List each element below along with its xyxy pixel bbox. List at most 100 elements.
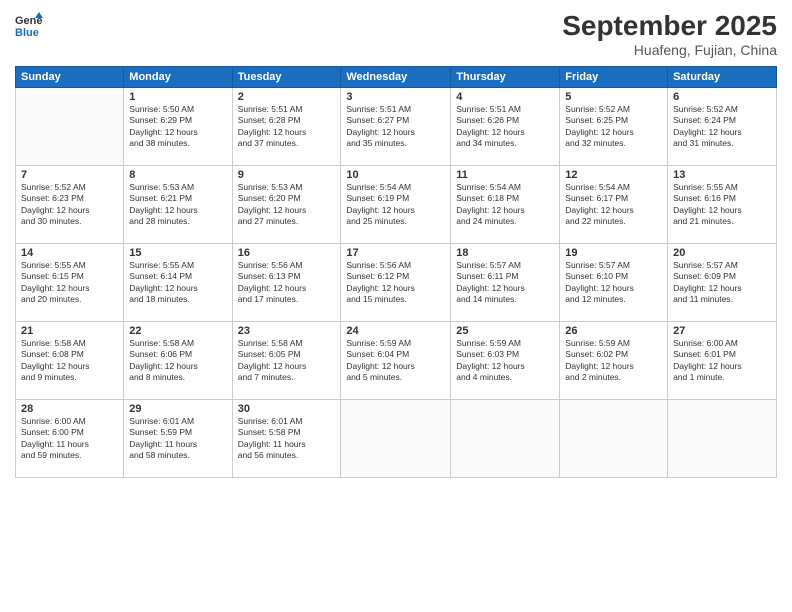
day-number: 5 (565, 91, 662, 103)
table-row: 18Sunrise: 5:57 AM Sunset: 6:11 PM Dayli… (451, 244, 560, 322)
table-row: 7Sunrise: 5:52 AM Sunset: 6:23 PM Daylig… (16, 166, 124, 244)
day-info: Sunrise: 5:52 AM Sunset: 6:25 PM Dayligh… (565, 104, 662, 150)
calendar-week-row: 7Sunrise: 5:52 AM Sunset: 6:23 PM Daylig… (16, 166, 777, 244)
day-number: 17 (346, 247, 445, 259)
day-number: 21 (21, 325, 118, 337)
table-row: 19Sunrise: 5:57 AM Sunset: 6:10 PM Dayli… (560, 244, 668, 322)
table-row: 27Sunrise: 6:00 AM Sunset: 6:01 PM Dayli… (668, 322, 777, 400)
day-number: 3 (346, 91, 445, 103)
logo: General Blue (15, 10, 43, 38)
calendar-week-row: 28Sunrise: 6:00 AM Sunset: 6:00 PM Dayli… (16, 400, 777, 478)
table-row: 5Sunrise: 5:52 AM Sunset: 6:25 PM Daylig… (560, 88, 668, 166)
day-info: Sunrise: 5:55 AM Sunset: 6:15 PM Dayligh… (21, 260, 118, 306)
table-row: 4Sunrise: 5:51 AM Sunset: 6:26 PM Daylig… (451, 88, 560, 166)
day-number: 24 (346, 325, 445, 337)
header-friday: Friday (560, 67, 668, 88)
table-row: 26Sunrise: 5:59 AM Sunset: 6:02 PM Dayli… (560, 322, 668, 400)
logo-icon: General Blue (15, 10, 43, 38)
day-info: Sunrise: 5:50 AM Sunset: 6:29 PM Dayligh… (129, 104, 226, 150)
day-info: Sunrise: 6:00 AM Sunset: 6:00 PM Dayligh… (21, 416, 118, 462)
page-header: General Blue September 2025 Huafeng, Fuj… (15, 10, 777, 58)
calendar-week-row: 21Sunrise: 5:58 AM Sunset: 6:08 PM Dayli… (16, 322, 777, 400)
day-info: Sunrise: 5:54 AM Sunset: 6:18 PM Dayligh… (456, 182, 554, 228)
header-sunday: Sunday (16, 67, 124, 88)
table-row: 16Sunrise: 5:56 AM Sunset: 6:13 PM Dayli… (232, 244, 341, 322)
day-info: Sunrise: 5:58 AM Sunset: 6:06 PM Dayligh… (129, 338, 226, 384)
day-number: 20 (673, 247, 771, 259)
day-info: Sunrise: 5:51 AM Sunset: 6:28 PM Dayligh… (238, 104, 336, 150)
day-info: Sunrise: 5:52 AM Sunset: 6:23 PM Dayligh… (21, 182, 118, 228)
table-row: 10Sunrise: 5:54 AM Sunset: 6:19 PM Dayli… (341, 166, 451, 244)
day-info: Sunrise: 6:01 AM Sunset: 5:58 PM Dayligh… (238, 416, 336, 462)
day-info: Sunrise: 5:56 AM Sunset: 6:13 PM Dayligh… (238, 260, 336, 306)
table-row: 8Sunrise: 5:53 AM Sunset: 6:21 PM Daylig… (124, 166, 232, 244)
day-number: 27 (673, 325, 771, 337)
day-info: Sunrise: 5:54 AM Sunset: 6:19 PM Dayligh… (346, 182, 445, 228)
day-number: 19 (565, 247, 662, 259)
table-row: 14Sunrise: 5:55 AM Sunset: 6:15 PM Dayli… (16, 244, 124, 322)
table-row (16, 88, 124, 166)
table-row: 21Sunrise: 5:58 AM Sunset: 6:08 PM Dayli… (16, 322, 124, 400)
table-row: 24Sunrise: 5:59 AM Sunset: 6:04 PM Dayli… (341, 322, 451, 400)
table-row: 1Sunrise: 5:50 AM Sunset: 6:29 PM Daylig… (124, 88, 232, 166)
table-row (451, 400, 560, 478)
day-info: Sunrise: 5:58 AM Sunset: 6:08 PM Dayligh… (21, 338, 118, 384)
day-info: Sunrise: 5:59 AM Sunset: 6:03 PM Dayligh… (456, 338, 554, 384)
day-info: Sunrise: 5:58 AM Sunset: 6:05 PM Dayligh… (238, 338, 336, 384)
header-wednesday: Wednesday (341, 67, 451, 88)
day-number: 7 (21, 169, 118, 181)
table-row: 17Sunrise: 5:56 AM Sunset: 6:12 PM Dayli… (341, 244, 451, 322)
day-number: 30 (238, 403, 336, 415)
header-tuesday: Tuesday (232, 67, 341, 88)
day-number: 8 (129, 169, 226, 181)
calendar-week-row: 14Sunrise: 5:55 AM Sunset: 6:15 PM Dayli… (16, 244, 777, 322)
day-info: Sunrise: 5:54 AM Sunset: 6:17 PM Dayligh… (565, 182, 662, 228)
table-row: 6Sunrise: 5:52 AM Sunset: 6:24 PM Daylig… (668, 88, 777, 166)
title-block: September 2025 Huafeng, Fujian, China (562, 10, 777, 58)
day-info: Sunrise: 6:01 AM Sunset: 5:59 PM Dayligh… (129, 416, 226, 462)
day-number: 26 (565, 325, 662, 337)
day-info: Sunrise: 5:52 AM Sunset: 6:24 PM Dayligh… (673, 104, 771, 150)
day-number: 22 (129, 325, 226, 337)
day-number: 15 (129, 247, 226, 259)
table-row (668, 400, 777, 478)
day-info: Sunrise: 5:51 AM Sunset: 6:27 PM Dayligh… (346, 104, 445, 150)
table-row: 28Sunrise: 6:00 AM Sunset: 6:00 PM Dayli… (16, 400, 124, 478)
day-info: Sunrise: 5:55 AM Sunset: 6:16 PM Dayligh… (673, 182, 771, 228)
table-row: 29Sunrise: 6:01 AM Sunset: 5:59 PM Dayli… (124, 400, 232, 478)
day-number: 11 (456, 169, 554, 181)
header-saturday: Saturday (668, 67, 777, 88)
day-info: Sunrise: 5:59 AM Sunset: 6:04 PM Dayligh… (346, 338, 445, 384)
day-number: 1 (129, 91, 226, 103)
table-row: 12Sunrise: 5:54 AM Sunset: 6:17 PM Dayli… (560, 166, 668, 244)
location: Huafeng, Fujian, China (562, 42, 777, 58)
day-number: 12 (565, 169, 662, 181)
day-info: Sunrise: 6:00 AM Sunset: 6:01 PM Dayligh… (673, 338, 771, 384)
table-row: 15Sunrise: 5:55 AM Sunset: 6:14 PM Dayli… (124, 244, 232, 322)
day-info: Sunrise: 5:55 AM Sunset: 6:14 PM Dayligh… (129, 260, 226, 306)
day-number: 23 (238, 325, 336, 337)
day-number: 16 (238, 247, 336, 259)
table-row: 25Sunrise: 5:59 AM Sunset: 6:03 PM Dayli… (451, 322, 560, 400)
table-row (560, 400, 668, 478)
day-info: Sunrise: 5:57 AM Sunset: 6:09 PM Dayligh… (673, 260, 771, 306)
table-row: 23Sunrise: 5:58 AM Sunset: 6:05 PM Dayli… (232, 322, 341, 400)
header-thursday: Thursday (451, 67, 560, 88)
day-info: Sunrise: 5:51 AM Sunset: 6:26 PM Dayligh… (456, 104, 554, 150)
weekday-header-row: Sunday Monday Tuesday Wednesday Thursday… (16, 67, 777, 88)
day-info: Sunrise: 5:57 AM Sunset: 6:11 PM Dayligh… (456, 260, 554, 306)
table-row: 3Sunrise: 5:51 AM Sunset: 6:27 PM Daylig… (341, 88, 451, 166)
table-row: 9Sunrise: 5:53 AM Sunset: 6:20 PM Daylig… (232, 166, 341, 244)
day-info: Sunrise: 5:56 AM Sunset: 6:12 PM Dayligh… (346, 260, 445, 306)
table-row: 30Sunrise: 6:01 AM Sunset: 5:58 PM Dayli… (232, 400, 341, 478)
day-number: 14 (21, 247, 118, 259)
month-title: September 2025 (562, 10, 777, 42)
day-number: 6 (673, 91, 771, 103)
day-number: 29 (129, 403, 226, 415)
day-number: 9 (238, 169, 336, 181)
day-info: Sunrise: 5:59 AM Sunset: 6:02 PM Dayligh… (565, 338, 662, 384)
calendar-week-row: 1Sunrise: 5:50 AM Sunset: 6:29 PM Daylig… (16, 88, 777, 166)
day-number: 4 (456, 91, 554, 103)
day-info: Sunrise: 5:53 AM Sunset: 6:21 PM Dayligh… (129, 182, 226, 228)
day-number: 2 (238, 91, 336, 103)
